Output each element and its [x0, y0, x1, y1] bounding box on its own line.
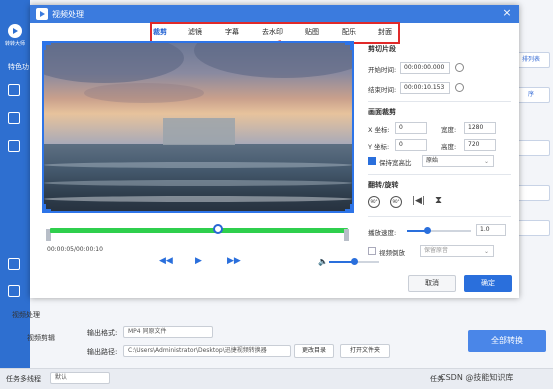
sidebar-convert-icon[interactable] [8, 84, 20, 96]
flip-vertical-icon[interactable]: ⧗ [435, 195, 442, 206]
ratio-select[interactable]: 原始 ⌄ [422, 155, 494, 167]
speed-knob[interactable] [424, 227, 431, 234]
ratio-select-value: 原始 [426, 157, 439, 164]
video-preview[interactable] [42, 41, 354, 213]
app-sidebar-items: 特色功 [0, 0, 30, 389]
crop-section-title: 画面裁剪 [368, 108, 396, 116]
close-icon[interactable]: × [501, 7, 513, 19]
playhead[interactable] [213, 224, 223, 234]
height-label: 高度: [441, 143, 457, 151]
confirm-button[interactable]: 确定 [464, 275, 512, 292]
volume-knob[interactable] [351, 258, 358, 265]
video-app-icon [36, 8, 48, 20]
y-coord-label: Y 坐标: [368, 143, 390, 151]
output-format-select[interactable]: MP4 同原文件 [123, 326, 213, 338]
clip-section-title: 剪切片段 [368, 45, 396, 53]
play-icon[interactable]: ▶ [195, 256, 202, 266]
width-label: 宽度: [441, 126, 457, 134]
settings-panel: 剪切片段 开始时间: 00:00:00.000 结束时间: 00:00:10.1… [368, 41, 518, 291]
change-dir-button[interactable]: 更改目录 [294, 344, 334, 358]
csdn-watermark: CSDN @技能知识库 [440, 373, 514, 382]
sidebar-audio-icon[interactable] [8, 112, 20, 124]
clock-icon[interactable] [455, 83, 464, 92]
start-time-label: 开始时间: [368, 66, 397, 74]
preview-sea [44, 143, 352, 211]
open-folder-button[interactable]: 打开文件夹 [340, 344, 390, 358]
end-time-label: 结束时间: [368, 86, 397, 94]
sidebar-video-icon[interactable] [8, 140, 20, 152]
dialog-titlebar: 视频处理 × [30, 5, 519, 23]
video-process-section-title: 视频处理 [12, 311, 40, 319]
chevron-down-icon: ⌄ [483, 248, 489, 255]
crop-handle-bottom-right[interactable] [345, 204, 352, 211]
end-time-input[interactable]: 00:00:10.153 [400, 82, 450, 94]
sidebar-feature-label[interactable]: 特色功 [8, 62, 29, 72]
chevron-down-icon: ⌄ [483, 158, 489, 165]
dialog-title: 视频处理 [52, 10, 84, 19]
reverse-checkbox[interactable] [368, 247, 376, 255]
watermark-mosaic [163, 118, 235, 145]
reverse-label: 视频倒放 [379, 249, 405, 257]
start-time-input[interactable]: 00:00:00.000 [400, 62, 450, 74]
reverse-audio-value: 保留原音 [424, 247, 449, 254]
width-input[interactable]: 1280 [464, 122, 496, 134]
volume-icon[interactable]: 🔈 [318, 257, 328, 266]
x-coord-label: X 坐标: [368, 126, 390, 134]
crop-handle-bottom-left[interactable] [44, 204, 51, 211]
output-format-label: 输出格式: [87, 329, 118, 337]
clock-icon[interactable] [455, 63, 464, 72]
crop-handle-top-right[interactable] [345, 43, 352, 50]
timeline-track[interactable] [50, 228, 348, 233]
keep-ratio-label: 保持宽高比 [379, 159, 412, 167]
output-dir-field[interactable]: C:\Users\Administrator\Desktop\迅捷视频转换器 [123, 345, 291, 357]
output-dir-label: 输出路径: [87, 348, 118, 356]
rotate-section-title: 翻转/旋转 [368, 181, 399, 189]
convert-all-button[interactable]: 全部转换 [468, 330, 546, 352]
rewind-icon[interactable]: ◀◀ [159, 256, 173, 266]
crop-handle-top-left[interactable] [44, 43, 51, 50]
y-coord-input[interactable]: 0 [395, 139, 427, 151]
video-process-dialog: 视频处理 × 裁剪 滤镜 字幕 去水印 贴图 配乐 封面 00:00:05/00… [30, 5, 519, 298]
cancel-button[interactable]: 取消 [408, 275, 456, 292]
timecode: 00:00:05/00:00:10 [47, 246, 103, 253]
reverse-audio-select[interactable]: 保留原音 ⌄ [420, 245, 494, 257]
keep-ratio-checkbox[interactable] [368, 157, 376, 165]
trim-end-handle[interactable] [344, 229, 349, 241]
multitask-select[interactable]: 默认 [50, 372, 110, 384]
multitask-label: 任务多线程 [6, 375, 41, 383]
speed-label: 播放速度: [368, 229, 397, 237]
height-input[interactable]: 720 [464, 139, 496, 151]
flip-horizontal-icon[interactable]: |◀| [412, 196, 425, 206]
rotate-left-icon[interactable]: 90° [368, 196, 380, 208]
fast-forward-icon[interactable]: ▶▶ [227, 256, 241, 266]
x-coord-input[interactable]: 0 [395, 122, 427, 134]
sidebar-more-icon[interactable] [8, 285, 20, 297]
speed-input[interactable]: 1.0 [476, 224, 506, 236]
sidebar-item-video-edit[interactable]: 视频剪辑 [27, 333, 55, 343]
sidebar-tools-icon[interactable] [8, 258, 20, 270]
rotate-right-icon[interactable]: 90° [390, 196, 402, 208]
